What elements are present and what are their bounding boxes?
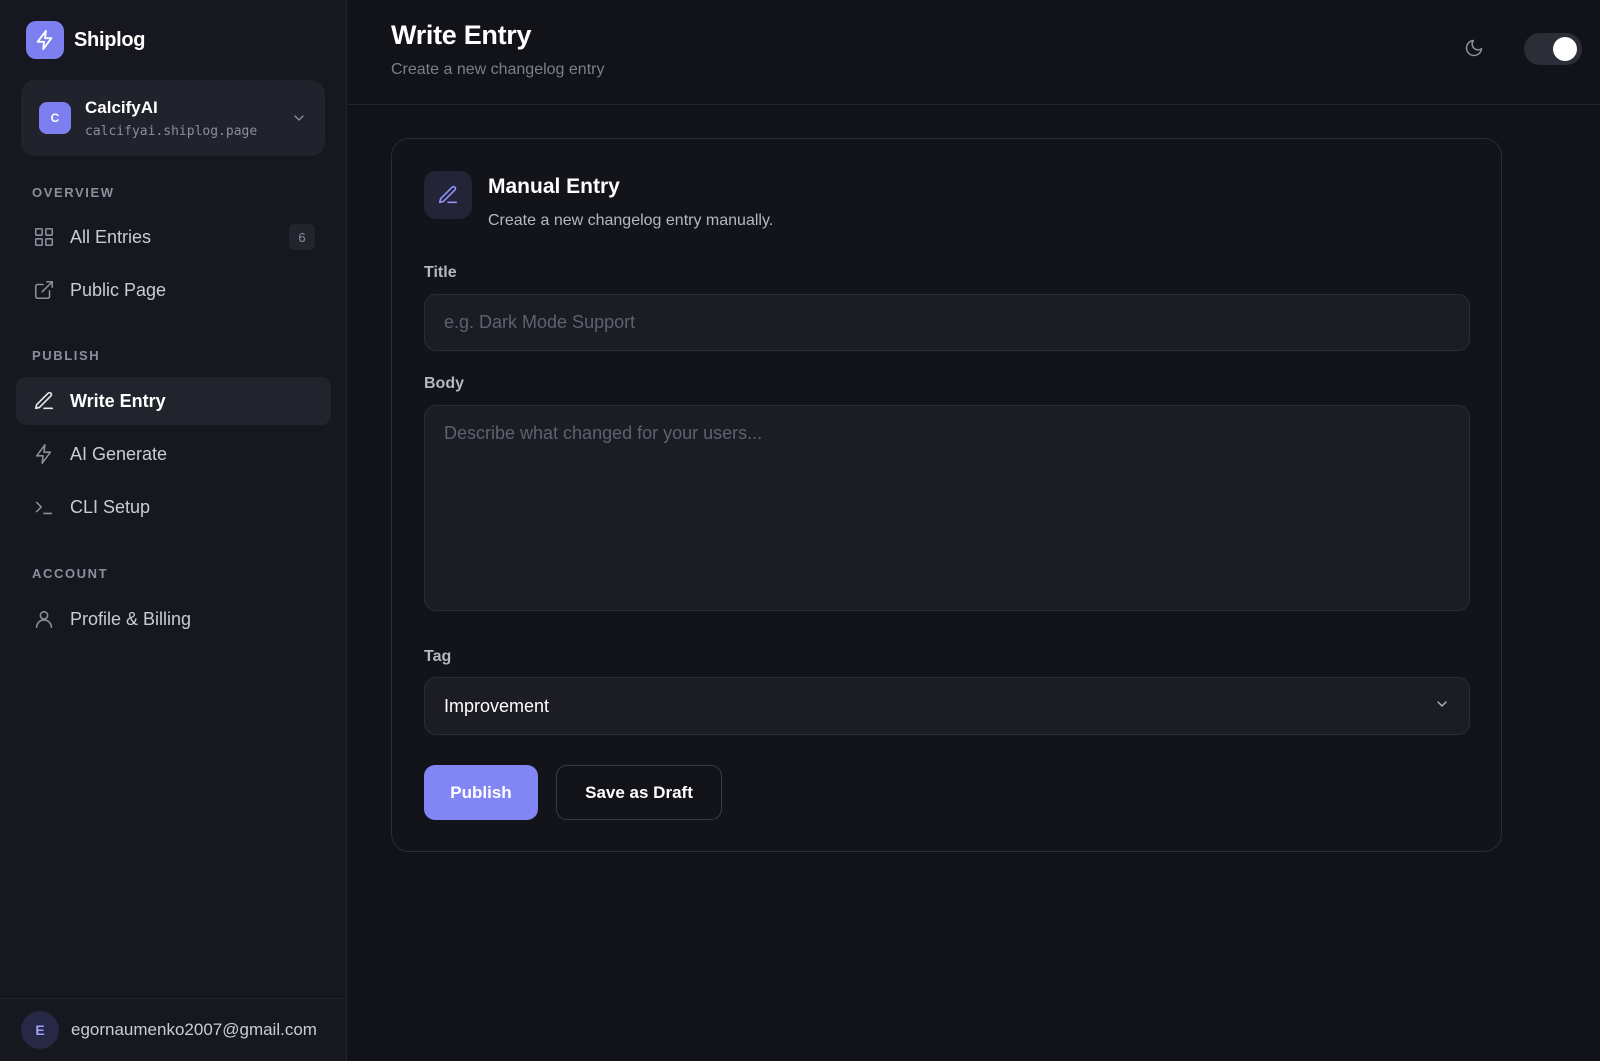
sidebar-item-label: Write Entry — [70, 390, 166, 411]
tag-select-value: Improvement — [444, 695, 550, 716]
tag-label: Tag — [424, 648, 452, 665]
sidebar-item-all-entries[interactable]: All Entries 6 — [16, 213, 331, 261]
publish-button[interactable]: Publish — [424, 765, 538, 820]
workspace-name: CalcifyAI — [85, 97, 158, 117]
user-icon — [32, 607, 56, 631]
page-subtitle: Create a new changelog entry — [391, 61, 605, 78]
page-title: Write Entry — [391, 20, 532, 50]
grid-icon — [32, 225, 56, 249]
chevron-down-icon — [1434, 696, 1450, 717]
terminal-icon — [32, 495, 56, 519]
external-link-icon — [32, 278, 56, 302]
save-draft-button[interactable]: Save as Draft — [556, 765, 722, 820]
body-textarea[interactable] — [424, 405, 1470, 611]
lightning-logo-icon — [26, 21, 64, 59]
workspace-domain: calcifyai.shiplog.page — [85, 123, 258, 139]
sidebar-item-label: Public Page — [70, 279, 167, 300]
title-label: Title — [424, 264, 457, 281]
workspace-avatar: C — [39, 102, 71, 134]
sidebar-item-label: All Entries — [70, 226, 152, 247]
pen-icon — [32, 389, 56, 413]
section-label-overview: OVERVIEW — [32, 185, 115, 200]
card-title: Manual Entry — [488, 175, 620, 198]
sidebar-item-public-page[interactable]: Public Page — [16, 266, 331, 314]
entries-count-badge: 6 — [289, 224, 315, 250]
chevron-down-icon — [291, 110, 307, 126]
lightning-icon — [32, 442, 56, 466]
user-email: egornaumenko2007@gmail.com — [71, 1020, 317, 1039]
manual-entry-card: Manual Entry Create a new changelog entr… — [391, 138, 1502, 852]
sidebar-item-write-entry[interactable]: Write Entry — [16, 377, 331, 425]
body-label: Body — [424, 375, 464, 392]
moon-icon — [1464, 38, 1484, 63]
title-input[interactable] — [424, 294, 1470, 351]
toggle-knob — [1553, 37, 1577, 61]
section-label-publish: PUBLISH — [32, 348, 101, 363]
theme-toggle[interactable] — [1524, 33, 1582, 65]
brand-name: Shiplog — [74, 28, 146, 51]
workspace-switcher[interactable]: C CalcifyAI calcifyai.shiplog.page — [21, 80, 325, 156]
section-label-account: ACCOUNT — [32, 566, 109, 581]
main-content: Write Entry Create a new changelog entry… — [347, 0, 1600, 1061]
app-root: Shiplog C CalcifyAI calcifyai.shiplog.pa… — [0, 0, 1600, 1061]
pen-icon — [424, 171, 472, 219]
sidebar-item-label: AI Generate — [70, 443, 168, 464]
sidebar: Shiplog C CalcifyAI calcifyai.shiplog.pa… — [0, 0, 347, 1061]
sidebar-item-label: CLI Setup — [70, 496, 151, 517]
sidebar-item-cli-setup[interactable]: CLI Setup — [16, 483, 331, 531]
brand[interactable]: Shiplog — [26, 21, 146, 59]
user-account[interactable]: E egornaumenko2007@gmail.com — [0, 998, 346, 1061]
sidebar-item-label: Profile & Billing — [70, 608, 192, 629]
sidebar-item-profile-billing[interactable]: Profile & Billing — [16, 595, 331, 643]
card-description: Create a new changelog entry manually. — [488, 212, 774, 229]
page-header: Write Entry Create a new changelog entry — [347, 0, 1600, 105]
sidebar-item-ai-generate[interactable]: AI Generate — [16, 430, 331, 478]
workspace-info: CalcifyAI calcifyai.shiplog.page — [85, 98, 291, 139]
avatar: E — [21, 1011, 59, 1049]
tag-select[interactable]: Improvement — [424, 677, 1470, 735]
